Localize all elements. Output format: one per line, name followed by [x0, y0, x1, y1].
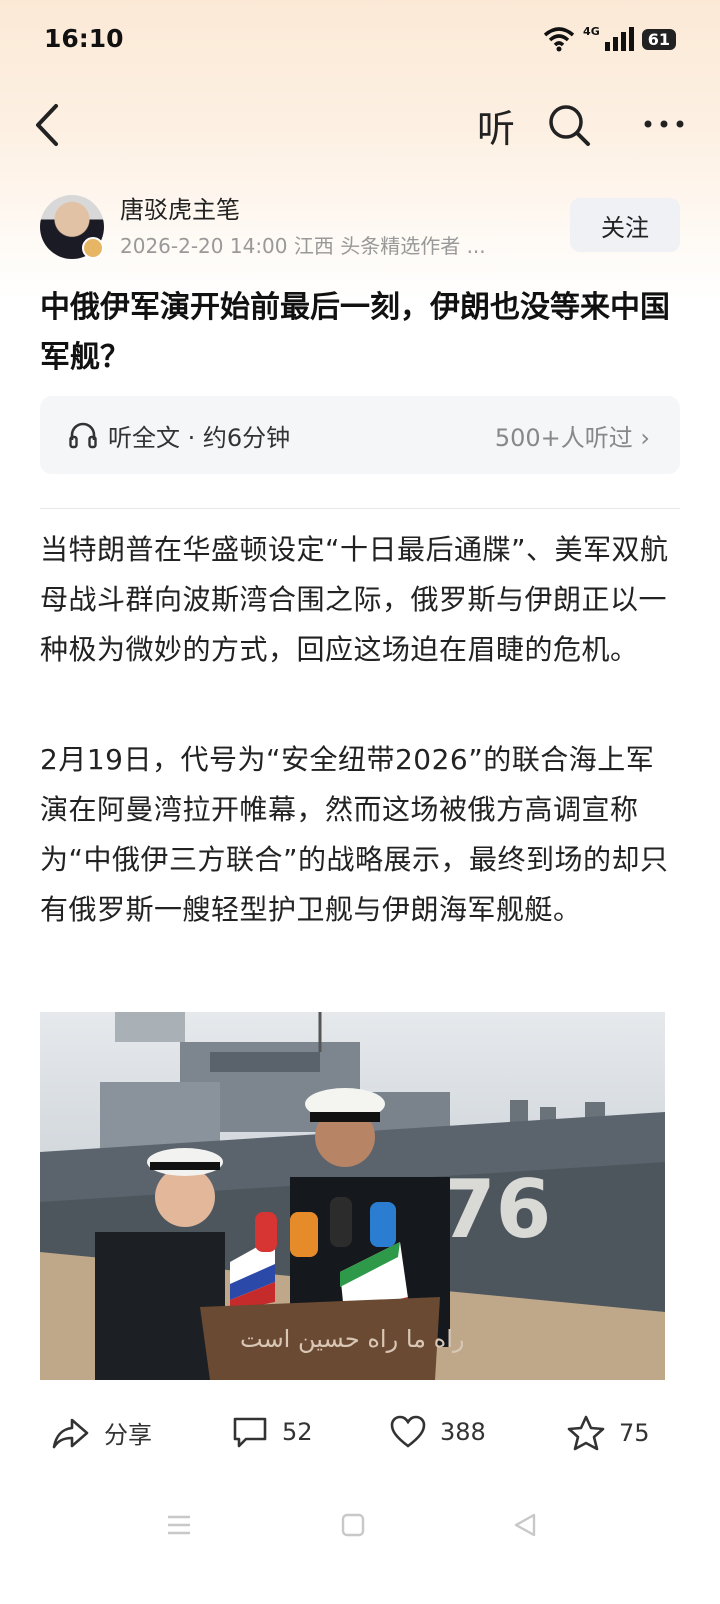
author-name[interactable]: 唐驳虎主笔: [120, 190, 240, 225]
podium-text: راه ما راه حسین است: [240, 1325, 464, 1353]
headphone-icon: [69, 422, 97, 449]
hull-number: 76: [440, 1163, 551, 1256]
listen-count[interactable]: 500+人听过 ›: [495, 418, 650, 453]
comment-button[interactable]: 52: [232, 1415, 313, 1449]
listen-button[interactable]: 听: [477, 98, 515, 153]
home-icon[interactable]: [340, 1512, 366, 1538]
top-nav: 听: [0, 90, 720, 160]
share-label: 分享: [104, 1421, 152, 1449]
paragraph: 2月19日，代号为“安全纽带2026”的联合海上军演在阿曼湾拉开帷幕，然而这场被…: [40, 743, 669, 926]
article-photo[interactable]: 76 راه ما راه حسین است: [40, 1012, 665, 1380]
status-time: 16:10: [44, 24, 124, 53]
verified-badge-icon: [82, 237, 104, 259]
menu-icon[interactable]: [166, 1512, 192, 1538]
author-row: 唐驳虎主笔 2026-2-20 14:00 江西 头条精选作者 ... 关注: [40, 192, 680, 262]
search-icon[interactable]: [546, 102, 592, 148]
avatar[interactable]: [40, 195, 104, 259]
author-meta: 2026-2-20 14:00 江西 头条精选作者 ...: [120, 234, 486, 258]
more-icon[interactable]: [640, 104, 688, 144]
favorite-button[interactable]: 75: [567, 1415, 650, 1451]
comment-count: 52: [282, 1418, 313, 1446]
favorite-count: 75: [619, 1419, 650, 1447]
heart-icon: [390, 1415, 426, 1448]
signal-icon: [604, 27, 634, 51]
comment-icon: [233, 1417, 267, 1448]
star-icon: [567, 1415, 605, 1451]
status-icons: 4G 61: [543, 24, 676, 52]
status-bar: 16:10 4G 61: [0, 0, 720, 80]
share-button[interactable]: 分享: [52, 1415, 152, 1450]
warship-press-photo: 76 راه ما راه حسین است: [40, 1012, 665, 1380]
paragraph: 当特朗普在华盛顿设定“十日最后通牒”、美军双航母战斗群向波斯湾合围之际，俄罗斯与…: [40, 533, 669, 666]
system-nav-bar: [0, 1500, 720, 1560]
battery-indicator: 61: [641, 28, 676, 50]
back-icon[interactable]: [30, 100, 70, 150]
wifi-icon: [543, 27, 575, 52]
article-title: 中俄伊军演开始前最后一刻，伊朗也没等来中国军舰？: [40, 290, 670, 375]
back-nav-icon[interactable]: [512, 1512, 538, 1538]
divider: [40, 508, 680, 509]
listen-full-text-card[interactable]: 听全文 · 约6分钟 500+人听过 ›: [40, 396, 680, 474]
follow-button[interactable]: 关注: [570, 198, 680, 252]
listen-label: 听全文 · 约6分钟: [108, 424, 291, 452]
like-count: 388: [440, 1418, 486, 1446]
action-bar: 分享 52 388 75: [0, 1405, 720, 1465]
like-button[interactable]: 388: [390, 1415, 486, 1449]
network-type: 4G: [583, 24, 600, 38]
share-icon: [52, 1418, 89, 1448]
